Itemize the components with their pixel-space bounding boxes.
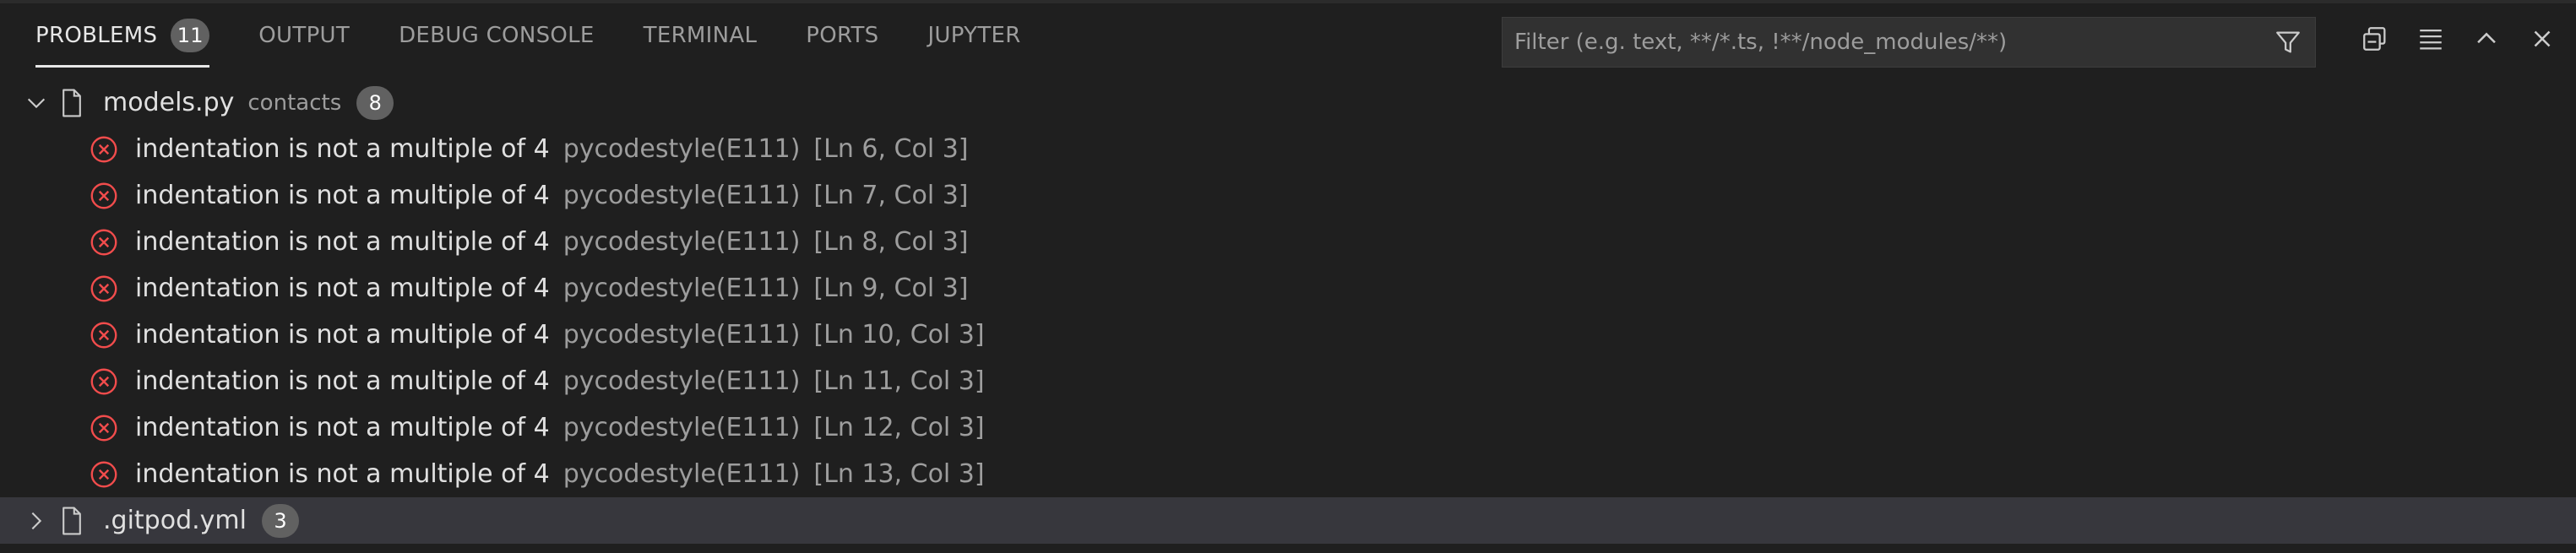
error-icon bbox=[88, 319, 120, 351]
problem-message: indentation is not a multiple of 4 bbox=[135, 181, 550, 210]
tab-output[interactable]: OUTPUT bbox=[258, 3, 350, 68]
problems-count-badge: 11 bbox=[171, 19, 210, 52]
problem-location: [Ln 8, Col 3] bbox=[813, 227, 969, 257]
panel-actions bbox=[2356, 20, 2561, 57]
file-group-gitpod-yml[interactable]: .gitpod.yml 3 bbox=[0, 497, 2576, 544]
file-problem-count: 8 bbox=[356, 85, 394, 120]
problem-source: pycodestyle(E111) bbox=[562, 413, 801, 442]
tab-label: TERMINAL bbox=[643, 23, 758, 48]
problem-message: indentation is not a multiple of 4 bbox=[135, 366, 550, 396]
tab-label: PROBLEMS bbox=[35, 23, 158, 48]
problem-location: [Ln 9, Col 3] bbox=[813, 274, 969, 303]
close-panel-icon[interactable] bbox=[2524, 20, 2561, 57]
chevron-down-icon[interactable] bbox=[24, 90, 49, 116]
problem-source: pycodestyle(E111) bbox=[562, 227, 801, 257]
error-icon bbox=[88, 226, 120, 258]
problem-source: pycodestyle(E111) bbox=[562, 459, 801, 489]
problem-item[interactable]: indentation is not a multiple of 4 pycod… bbox=[0, 404, 2576, 451]
tab-label: OUTPUT bbox=[258, 23, 351, 48]
problem-location: [Ln 7, Col 3] bbox=[813, 181, 969, 210]
problem-message: indentation is not a multiple of 4 bbox=[135, 459, 550, 489]
tab-problems[interactable]: PROBLEMS 11 bbox=[35, 3, 210, 68]
filter-icon[interactable] bbox=[2271, 25, 2305, 59]
problem-location: [Ln 13, Col 3] bbox=[813, 459, 985, 489]
tab-debug-console[interactable]: DEBUG CONSOLE bbox=[399, 3, 595, 68]
problem-item[interactable]: indentation is not a multiple of 4 pycod… bbox=[0, 265, 2576, 312]
error-icon bbox=[88, 412, 120, 444]
problem-message: indentation is not a multiple of 4 bbox=[135, 274, 550, 303]
tab-label: JUPYTER bbox=[927, 23, 1021, 48]
tab-ports[interactable]: PORTS bbox=[806, 3, 878, 68]
problem-location: [Ln 6, Col 3] bbox=[813, 134, 969, 164]
file-problem-count: 3 bbox=[261, 503, 299, 538]
problem-message: indentation is not a multiple of 4 bbox=[135, 413, 550, 442]
tab-jupyter[interactable]: JUPYTER bbox=[927, 3, 1020, 68]
tab-terminal[interactable]: TERMINAL bbox=[644, 3, 758, 68]
error-icon bbox=[88, 366, 120, 398]
problem-message: indentation is not a multiple of 4 bbox=[135, 227, 550, 257]
error-icon bbox=[88, 273, 120, 305]
file-icon bbox=[59, 88, 84, 118]
problem-source: pycodestyle(E111) bbox=[562, 181, 801, 210]
problems-filter-box bbox=[1502, 17, 2316, 68]
problem-source: pycodestyle(E111) bbox=[562, 320, 801, 350]
problem-item[interactable]: indentation is not a multiple of 4 pycod… bbox=[0, 358, 2576, 404]
problem-message: indentation is not a multiple of 4 bbox=[135, 134, 550, 164]
chevron-right-icon[interactable] bbox=[24, 508, 49, 534]
problems-tree: models.py contacts 8 indentation is not … bbox=[0, 79, 2576, 544]
problem-item[interactable]: indentation is not a multiple of 4 pycod… bbox=[0, 451, 2576, 497]
error-icon bbox=[88, 458, 120, 491]
problem-source: pycodestyle(E111) bbox=[562, 134, 801, 164]
tab-label: PORTS bbox=[806, 23, 879, 48]
problem-item[interactable]: indentation is not a multiple of 4 pycod… bbox=[0, 172, 2576, 219]
error-icon bbox=[88, 180, 120, 212]
file-directory: contacts bbox=[247, 89, 342, 116]
file-icon bbox=[59, 506, 84, 536]
problem-location: [Ln 12, Col 3] bbox=[813, 413, 985, 442]
problem-item[interactable]: indentation is not a multiple of 4 pycod… bbox=[0, 312, 2576, 358]
problem-message: indentation is not a multiple of 4 bbox=[135, 320, 550, 350]
problem-item[interactable]: indentation is not a multiple of 4 pycod… bbox=[0, 219, 2576, 265]
problem-location: [Ln 10, Col 3] bbox=[813, 320, 985, 350]
collapse-all-icon[interactable] bbox=[2356, 20, 2394, 57]
file-group-models-py[interactable]: models.py contacts 8 bbox=[0, 79, 2576, 126]
maximize-panel-icon[interactable] bbox=[2468, 20, 2505, 57]
problem-source: pycodestyle(E111) bbox=[562, 366, 801, 396]
file-name: .gitpod.yml bbox=[103, 506, 247, 535]
problem-location: [Ln 11, Col 3] bbox=[813, 366, 985, 396]
tab-label: DEBUG CONSOLE bbox=[399, 23, 595, 48]
file-name: models.py bbox=[103, 88, 235, 117]
view-as-list-icon[interactable] bbox=[2412, 20, 2449, 57]
problem-item[interactable]: indentation is not a multiple of 4 pycod… bbox=[0, 126, 2576, 172]
error-icon bbox=[88, 133, 120, 165]
problem-source: pycodestyle(E111) bbox=[562, 274, 801, 303]
filter-input[interactable] bbox=[1503, 18, 2271, 67]
